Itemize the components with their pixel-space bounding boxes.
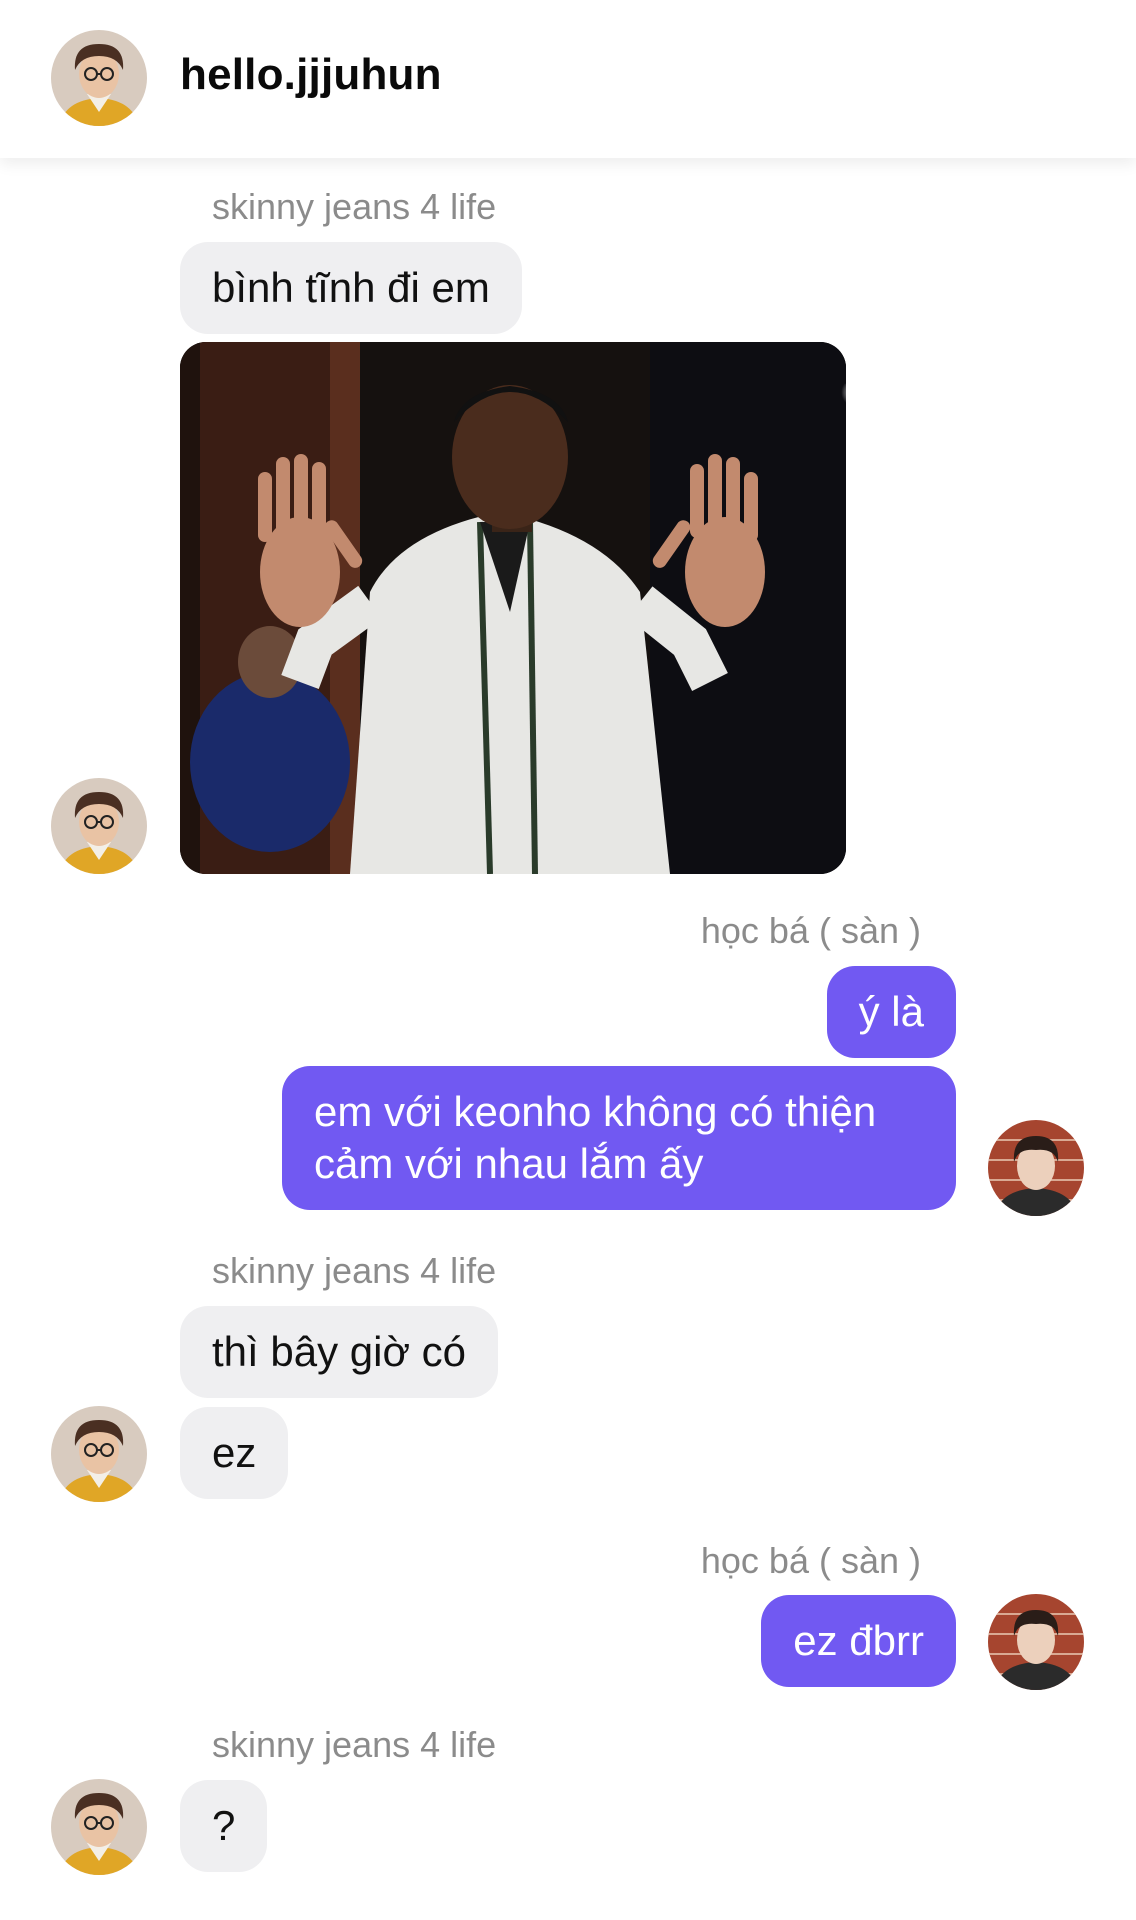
sender-avatar[interactable] [51, 778, 147, 874]
own-avatar[interactable] [988, 1120, 1084, 1216]
profile-avatar-icon [51, 778, 147, 874]
profile-avatar-icon [51, 1779, 147, 1875]
message-bubble[interactable]: ý là [826, 966, 956, 1058]
sender-avatar[interactable] [51, 1779, 147, 1875]
sender-name: skinny jeans 4 life [212, 1724, 497, 1765]
contact-avatar[interactable] [51, 30, 147, 126]
profile-avatar-icon [988, 1594, 1084, 1690]
message-bubble[interactable]: em với keonho không có thiện cảm với nha… [282, 1066, 956, 1210]
message-bubble[interactable]: ? [180, 1780, 268, 1872]
sender-name: skinny jeans 4 life [212, 1250, 497, 1291]
message-bubble[interactable]: ez đbrr [761, 1595, 956, 1687]
sender-name: skinny jeans 4 life [212, 186, 497, 227]
profile-avatar-icon [51, 1406, 147, 1502]
image-message[interactable] [180, 342, 846, 874]
message-bubble[interactable]: ez [180, 1407, 289, 1499]
chat-header: hello.jjjuhun [0, 0, 1136, 158]
conversation-title[interactable]: hello.jjjuhun [180, 50, 442, 100]
sender-name: học bá ( sàn ) [700, 910, 921, 951]
profile-avatar-icon [988, 1120, 1084, 1216]
sender-name: học bá ( sàn ) [700, 1540, 921, 1581]
message-bubble[interactable]: thì bây giờ có [180, 1306, 499, 1398]
profile-avatar-icon [51, 30, 147, 126]
sender-avatar[interactable] [51, 1406, 147, 1502]
message-bubble[interactable]: bình tĩnh đi em [180, 242, 522, 334]
shared-photo-icon [180, 342, 846, 874]
own-avatar[interactable] [988, 1594, 1084, 1690]
